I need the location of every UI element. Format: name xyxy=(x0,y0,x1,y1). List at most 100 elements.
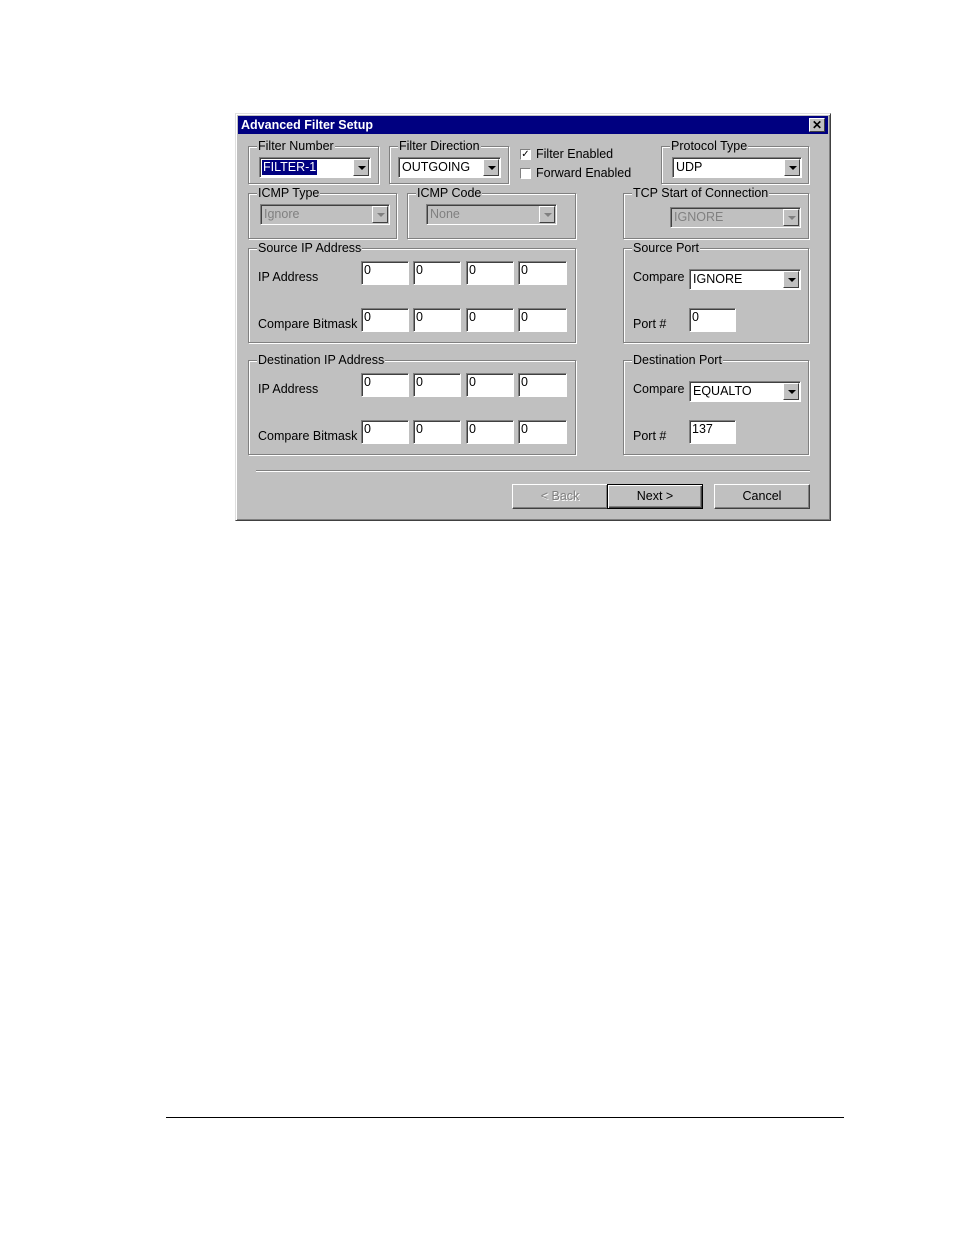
source-ip-group: Source IP Address IP Address Compare Bit… xyxy=(248,240,576,343)
dest-compare-value: EQUALTO xyxy=(693,384,752,398)
icmp-code-legend: ICMP Code xyxy=(416,185,483,201)
tcp-start-select[interactable]: IGNORE xyxy=(670,207,801,228)
dest-ip-octet-1[interactable]: 0 xyxy=(361,373,409,397)
octet-value: 0 xyxy=(521,263,528,277)
source-ip-octet-2[interactable]: 0 xyxy=(413,261,461,285)
filter-number-legend: Filter Number xyxy=(257,138,335,154)
filter-direction-select[interactable]: OUTGOING xyxy=(398,157,501,178)
icmp-type-select[interactable]: Ignore xyxy=(260,204,390,225)
octet-value: 0 xyxy=(469,422,476,436)
octet-value: 0 xyxy=(364,263,371,277)
source-ip-octet-4[interactable]: 0 xyxy=(518,261,567,285)
dest-ip-octet-2[interactable]: 0 xyxy=(413,373,461,397)
dest-mask-octet-4[interactable]: 0 xyxy=(518,420,567,444)
filter-enabled-checkbox[interactable]: ✓ xyxy=(520,149,531,160)
forward-enabled-label: Forward Enabled xyxy=(536,166,632,180)
octet-value: 0 xyxy=(416,263,423,277)
source-port-label: Port # xyxy=(633,317,667,331)
filter-number-group: Filter Number FILTER-1 xyxy=(248,138,379,184)
dest-ip-group: Destination IP Address IP Address Compar… xyxy=(248,352,576,455)
source-mask-octet-4[interactable]: 0 xyxy=(518,308,567,332)
advanced-filter-setup-dialog: Advanced Filter Setup ✕ Filter Number FI… xyxy=(235,113,831,521)
protocol-type-value: UDP xyxy=(676,160,703,174)
icmp-type-legend: ICMP Type xyxy=(257,185,321,201)
octet-value: 0 xyxy=(364,375,371,389)
source-port-input[interactable]: 0 xyxy=(689,308,736,332)
octet-value: 0 xyxy=(521,375,528,389)
dest-mask-label: Compare Bitmask xyxy=(258,429,358,443)
filter-number-select[interactable]: FILTER-1 xyxy=(259,157,371,178)
button-separator xyxy=(256,470,810,472)
octet-value: 0 xyxy=(416,310,423,324)
filter-direction-group: Filter Direction OUTGOING xyxy=(389,138,509,184)
source-ip-legend: Source IP Address xyxy=(257,240,363,256)
close-icon[interactable]: ✕ xyxy=(809,118,825,132)
source-ip-octet-3[interactable]: 0 xyxy=(466,261,514,285)
back-button[interactable]: < Back xyxy=(512,484,608,509)
source-compare-select[interactable]: IGNORE xyxy=(689,269,801,290)
chevron-down-icon[interactable] xyxy=(783,383,799,400)
source-mask-octet-1[interactable]: 0 xyxy=(361,308,409,332)
tcp-start-legend: TCP Start of Connection xyxy=(632,185,770,201)
octet-value: 0 xyxy=(521,310,528,324)
tcp-start-group: TCP Start of Connection IGNORE xyxy=(623,185,809,239)
source-compare-value: IGNORE xyxy=(693,272,743,286)
dest-mask-octet-2[interactable]: 0 xyxy=(413,420,461,444)
port-value: 137 xyxy=(692,422,713,436)
source-port-group: Source Port Compare IGNORE Port # 0 xyxy=(623,240,809,343)
source-port-legend: Source Port xyxy=(632,240,701,256)
octet-value: 0 xyxy=(469,310,476,324)
icmp-type-group: ICMP Type Ignore xyxy=(248,185,397,239)
dest-ip-octet-3[interactable]: 0 xyxy=(466,373,514,397)
octet-value: 0 xyxy=(521,422,528,436)
dest-compare-select[interactable]: EQUALTO xyxy=(689,381,801,402)
tcp-start-value: IGNORE xyxy=(674,210,724,224)
chevron-down-icon[interactable] xyxy=(784,159,800,176)
source-mask-octet-2[interactable]: 0 xyxy=(413,308,461,332)
filter-number-value: FILTER-1 xyxy=(262,160,318,175)
dest-ip-legend: Destination IP Address xyxy=(257,352,386,368)
dest-port-input[interactable]: 137 xyxy=(689,420,736,444)
title-bar[interactable]: Advanced Filter Setup ✕ xyxy=(238,116,828,134)
filter-direction-value: OUTGOING xyxy=(402,160,471,174)
chevron-down-icon[interactable] xyxy=(353,159,369,176)
source-mask-octet-3[interactable]: 0 xyxy=(466,308,514,332)
port-value: 0 xyxy=(692,310,699,324)
chevron-down-icon[interactable] xyxy=(783,209,799,226)
source-compare-label: Compare xyxy=(633,270,685,284)
protocol-type-group: Protocol Type UDP xyxy=(661,138,809,184)
chevron-down-icon[interactable] xyxy=(783,271,799,288)
octet-value: 0 xyxy=(364,310,371,324)
dest-mask-octet-1[interactable]: 0 xyxy=(361,420,409,444)
dialog-title: Advanced Filter Setup xyxy=(241,118,373,132)
cancel-button[interactable]: Cancel xyxy=(714,484,810,509)
chevron-down-icon[interactable] xyxy=(372,206,388,223)
source-mask-label: Compare Bitmask xyxy=(258,317,358,331)
icmp-code-group: ICMP Code None xyxy=(407,185,576,239)
icmp-code-value: None xyxy=(430,207,460,221)
protocol-type-select[interactable]: UDP xyxy=(672,157,802,178)
source-ip-octet-1[interactable]: 0 xyxy=(361,261,409,285)
octet-value: 0 xyxy=(364,422,371,436)
octet-value: 0 xyxy=(469,263,476,277)
octet-value: 0 xyxy=(416,422,423,436)
filter-enabled-label: Filter Enabled xyxy=(536,147,614,161)
dest-port-group: Destination Port Compare EQUALTO Port # … xyxy=(623,352,809,455)
chevron-down-icon[interactable] xyxy=(539,206,555,223)
octet-value: 0 xyxy=(416,375,423,389)
octet-value: 0 xyxy=(469,375,476,389)
dest-compare-label: Compare xyxy=(633,382,685,396)
dest-ip-octet-4[interactable]: 0 xyxy=(518,373,567,397)
dest-port-legend: Destination Port xyxy=(632,352,723,368)
chevron-down-icon[interactable] xyxy=(483,159,499,176)
filter-direction-legend: Filter Direction xyxy=(398,138,481,154)
forward-enabled-checkbox[interactable] xyxy=(520,168,531,179)
source-ip-label: IP Address xyxy=(258,270,319,284)
dest-port-label: Port # xyxy=(633,429,667,443)
dest-mask-octet-3[interactable]: 0 xyxy=(466,420,514,444)
icmp-type-value: Ignore xyxy=(264,207,300,221)
page-footer-rule xyxy=(166,1117,844,1118)
next-button[interactable]: Next > xyxy=(607,484,703,509)
dest-ip-label: IP Address xyxy=(258,382,319,396)
icmp-code-select[interactable]: None xyxy=(426,204,557,225)
